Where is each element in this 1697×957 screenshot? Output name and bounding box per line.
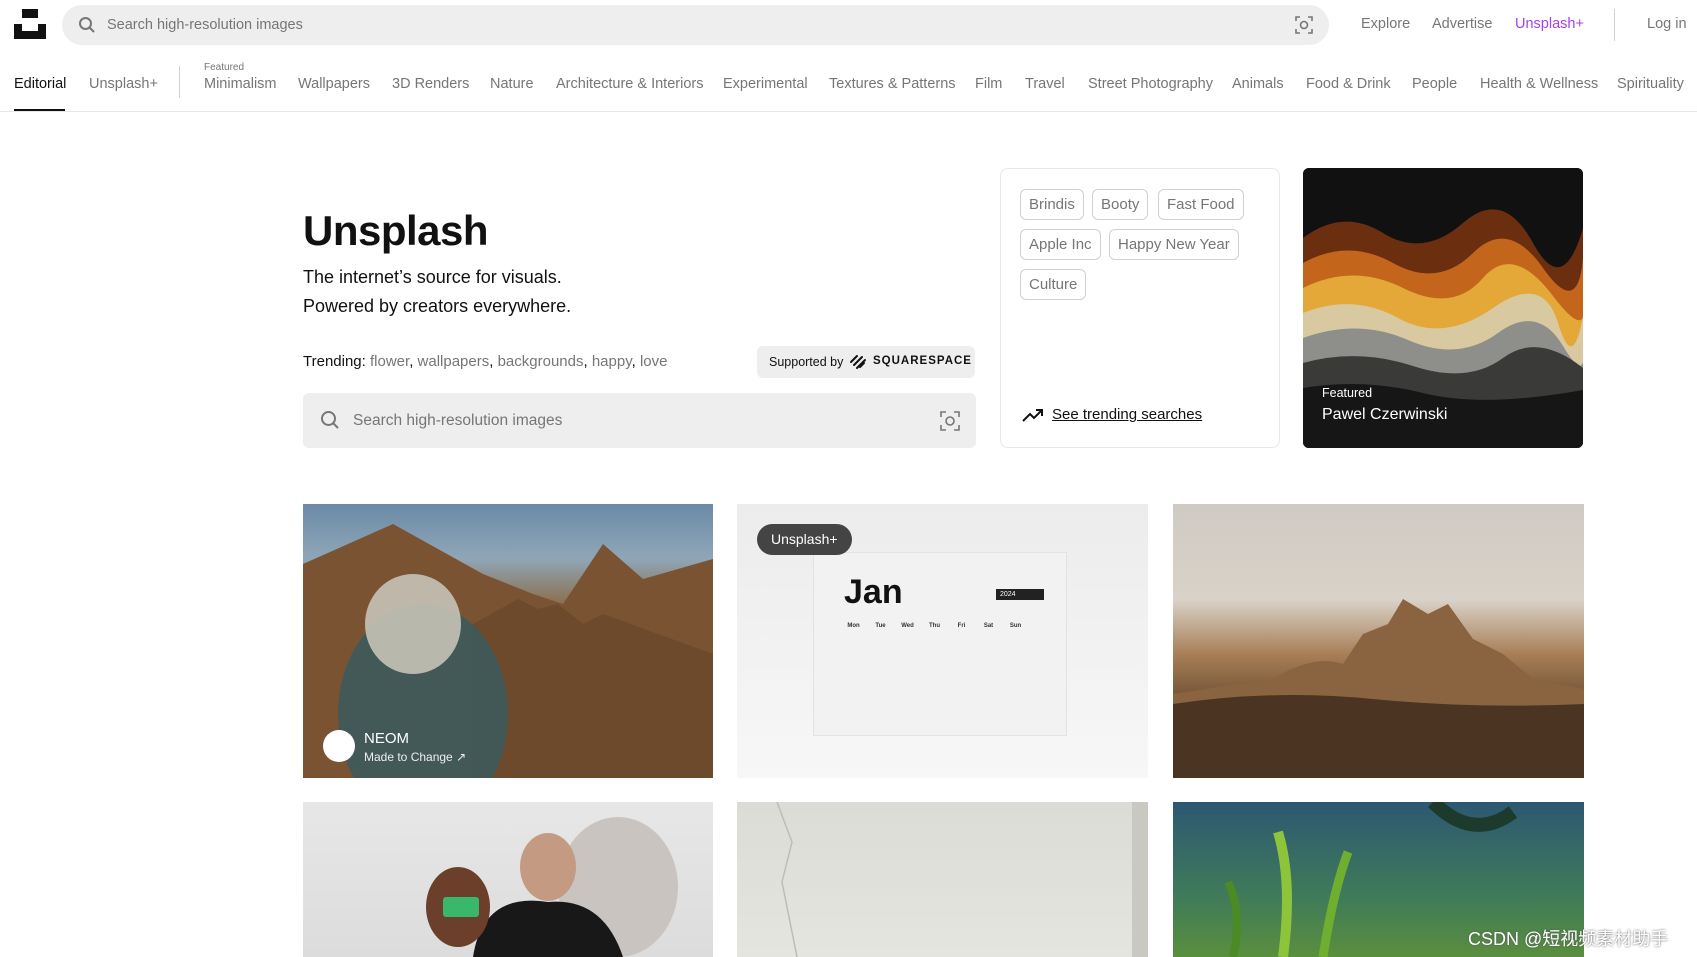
unsplash-logo[interactable] [14,9,46,39]
topic-tabs: Editorial Unsplash+ Featured Minimalism … [0,56,1697,112]
tab-travel[interactable]: Travel [1025,76,1065,92]
sponsor-name: NEOM [364,730,409,747]
photo-card-calendar[interactable]: Jan 2024 Mon Tue Wed Thu Fri Sat Sun Uns… [737,504,1148,778]
trend-chip-booty[interactable]: Booty [1092,189,1149,220]
hero-subtitle-line-2: Powered by creators everywhere. [303,296,572,316]
calendar-year: 2024 [996,589,1044,600]
tab-divider [179,66,180,98]
nav-unsplash-plus[interactable]: Unsplash+ [1515,16,1584,32]
sponsor-badge[interactable]: Supported by SQUARESPACE [757,346,975,378]
trending-label: Trending [303,353,362,370]
unsplash-plus-badge: Unsplash+ [757,524,852,555]
calendar-table: Mon Tue Wed Thu Fri Sat Sun [840,621,1029,631]
tab-wallpapers[interactable]: Wallpapers [298,76,370,92]
login-link[interactable]: Log in [1647,16,1687,32]
neom-avatar [323,730,355,762]
tab-food-drink[interactable]: Food & Drink [1306,76,1391,92]
tab-people[interactable]: People [1412,76,1457,92]
nav-advertise[interactable]: Advertise [1432,16,1492,32]
top-bar: Search high-resolution images Explore Ad… [0,0,1697,50]
weekday-label: Thu [929,623,940,629]
active-tab-indicator [14,109,65,111]
tab-street-photography[interactable]: Street Photography [1088,76,1213,92]
photo-card-white-wall[interactable] [737,802,1148,957]
photo-image [426,817,678,957]
search-icon[interactable] [320,410,340,435]
trending-up-icon [1022,408,1044,426]
photo-card-couple[interactable] [303,802,713,957]
featured-label: Featured [204,62,245,73]
tab-3d-renders[interactable]: 3D Renders [392,76,469,92]
tab-textures-patterns[interactable]: Textures & Patterns [829,76,956,92]
supported-by-label: Supported by [769,355,844,369]
hero-title: Unsplash [303,207,489,254]
weekday-label: Wed [901,623,914,629]
photo-card-desert-rocks[interactable] [1173,504,1584,778]
hero-search-bar[interactable]: Search high-resolution images [303,393,976,448]
csdn-watermark: CSDN @短视频素材助手 [1468,929,1669,949]
sponsor-name: SQUARESPACE [873,355,972,367]
trending-link-backgrounds[interactable]: backgrounds [498,353,584,370]
sponsor-tagline: Made to Change ↗ [364,750,467,764]
tab-film[interactable]: Film [975,76,1002,92]
trend-chip-brindis[interactable]: Brindis [1020,189,1084,220]
weekday-label: Mon [847,623,860,629]
hero-subtitle-line-1: The internet’s source for visuals. [303,267,562,287]
tab-animals[interactable]: Animals [1232,76,1284,92]
trending-list: Trending: flower, wallpapers, background… [303,353,668,370]
calendar-graphic: Jan 2024 Mon Tue Wed Thu Fri Sat Sun [813,552,1067,736]
trend-chip-fast-food[interactable]: Fast Food [1158,189,1244,220]
photo-card-neom[interactable]: NEOM Made to Change ↗ [303,504,713,778]
search-icon[interactable] [78,16,96,39]
tab-minimalism[interactable]: Minimalism [204,76,277,92]
visual-search-icon[interactable] [1295,16,1313,39]
trending-link-love[interactable]: love [640,353,668,370]
trend-chip-happy-new-year[interactable]: Happy New Year [1109,229,1239,260]
featured-author[interactable]: Pawel Czerwinski [1322,406,1447,424]
photo-image [776,802,1148,957]
calendar-month: Jan [844,573,903,611]
tab-editorial[interactable]: Editorial [14,76,66,92]
nav-explore[interactable]: Explore [1361,16,1410,32]
weekday-label: Tue [875,623,886,629]
tab-experimental[interactable]: Experimental [723,76,808,92]
header-search-bar[interactable]: Search high-resolution images [62,5,1329,45]
tab-architecture-interiors[interactable]: Architecture & Interiors [556,76,703,92]
trend-chip-culture[interactable]: Culture [1020,269,1087,300]
nav-divider [1614,9,1615,41]
see-trending-label: See trending searches [1052,406,1203,423]
weekday-label: Fri [957,623,966,629]
header-search-placeholder: Search high-resolution images [107,17,303,33]
trending-link-happy[interactable]: happy [592,353,632,370]
trending-searches-card: Brindis Booty Fast Food Apple Inc Happy … [1000,168,1280,448]
tab-unsplash-plus[interactable]: Unsplash+ [89,76,158,92]
featured-label: Featured [1322,386,1373,400]
weekday-label: Sat [983,623,994,629]
tab-health-wellness[interactable]: Health & Wellness [1480,76,1598,92]
hero-search-placeholder: Search high-resolution images [353,412,563,429]
visual-search-icon[interactable] [940,411,960,436]
featured-photo-card[interactable]: Featured Pawel Czerwinski [1303,168,1583,448]
photo-image [1173,599,1584,778]
tab-nature[interactable]: Nature [490,76,534,92]
squarespace-logo-icon [848,353,868,374]
tab-spirituality[interactable]: Spirituality [1617,76,1684,92]
trend-chip-apple-inc[interactable]: Apple Inc [1020,229,1101,260]
weekday-label: Sun [1009,623,1022,629]
trending-link-wallpapers[interactable]: wallpapers [418,353,490,370]
trending-link-flower[interactable]: flower [370,353,409,370]
